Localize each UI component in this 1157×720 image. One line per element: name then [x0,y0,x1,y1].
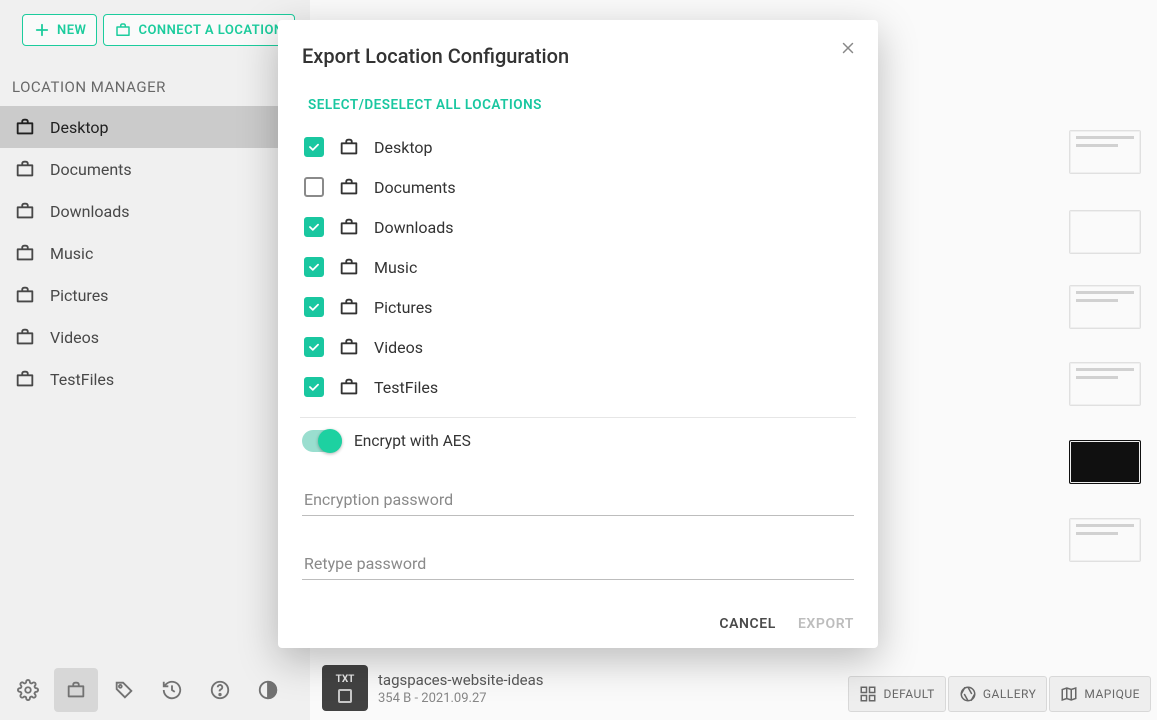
close-icon [839,39,857,57]
location-checkbox[interactable] [304,217,324,237]
password-input[interactable] [302,480,854,516]
dialog-location-label: Music [374,258,417,277]
dialog-location-label: Downloads [374,218,453,237]
export-button[interactable]: EXPORT [798,616,854,632]
dialog-location-label: Documents [374,178,456,197]
dialog-location-row[interactable]: Downloads [302,207,854,247]
dialog-location-row[interactable]: Documents [302,167,854,207]
dialog-title: Export Location Configuration [302,44,854,68]
dialog-location-label: Pictures [374,298,432,317]
briefcase-icon [338,136,360,158]
dialog-location-row[interactable]: Desktop [302,127,854,167]
dialog-actions: CANCEL EXPORT [302,608,854,632]
cancel-button[interactable]: CANCEL [719,616,776,632]
dialog-location-label: Desktop [374,138,433,157]
briefcase-icon [338,376,360,398]
password-confirm-input[interactable] [302,544,854,580]
dialog-location-row[interactable]: Videos [302,327,854,367]
location-checkbox[interactable] [304,177,324,197]
briefcase-icon [338,216,360,238]
briefcase-icon [338,296,360,318]
encrypt-toggle[interactable] [302,430,342,452]
location-checkbox[interactable] [304,137,324,157]
dialog-location-list: Desktop Documents Downloads Music Pictures Vi… [302,127,854,407]
briefcase-icon [338,336,360,358]
export-location-dialog: Export Location Configuration SELECT/DES… [278,20,878,648]
dialog-location-row[interactable]: TestFiles [302,367,854,407]
encrypt-toggle-row: Encrypt with AES [302,430,854,452]
location-checkbox[interactable] [304,297,324,317]
briefcase-icon [338,256,360,278]
divider [300,417,856,418]
encrypt-label: Encrypt with AES [354,432,471,450]
dialog-close-button[interactable] [834,36,862,64]
dialog-location-label: Videos [374,338,423,357]
briefcase-icon [338,176,360,198]
location-checkbox[interactable] [304,377,324,397]
dialog-location-row[interactable]: Pictures [302,287,854,327]
location-checkbox[interactable] [304,337,324,357]
select-all-toggle[interactable]: SELECT/DESELECT ALL LOCATIONS [308,97,542,113]
dialog-location-label: TestFiles [374,378,438,397]
location-checkbox[interactable] [304,257,324,277]
dialog-location-row[interactable]: Music [302,247,854,287]
